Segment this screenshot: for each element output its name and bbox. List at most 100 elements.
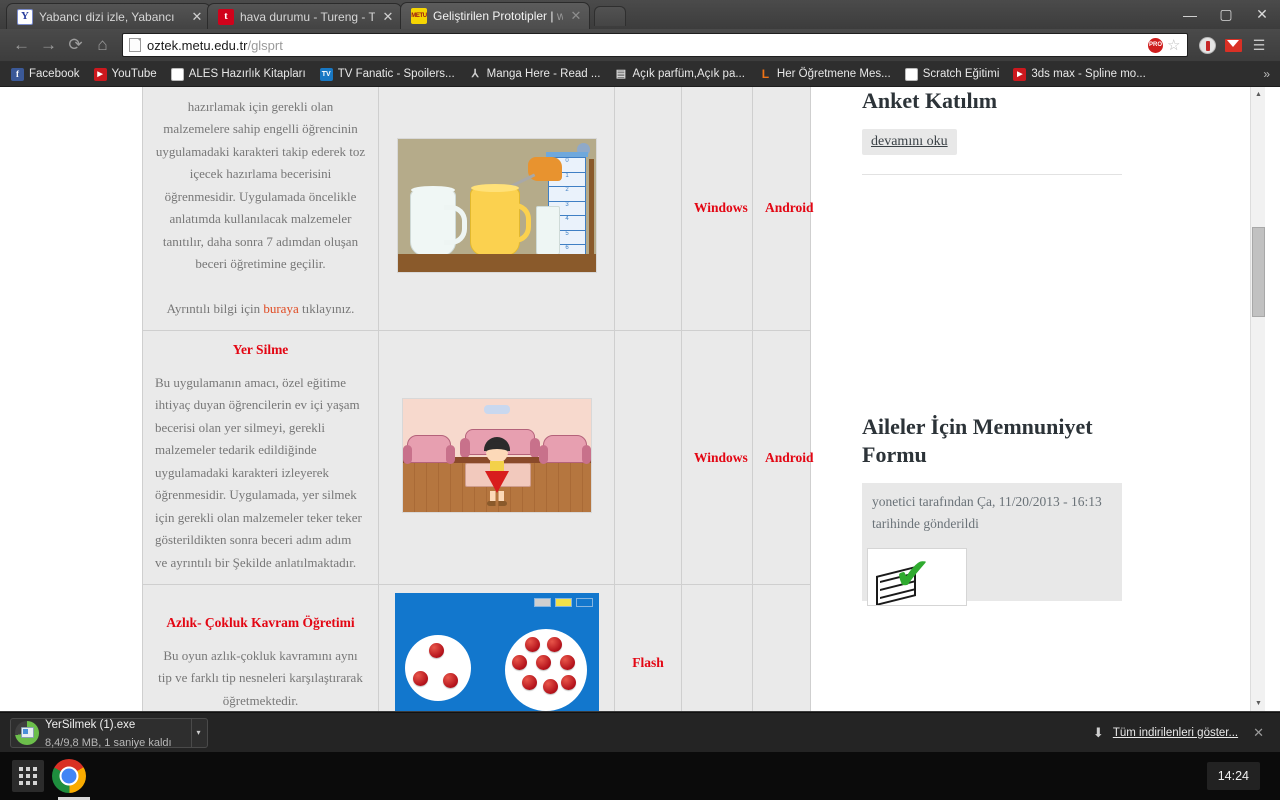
download-menu-icon[interactable]: ▾	[191, 718, 205, 747]
document-icon	[170, 67, 184, 81]
download-filename: YerSilmek (1).exe	[45, 718, 136, 731]
maximize-button[interactable]: ▢	[1208, 3, 1244, 27]
anket-read-more-button[interactable]: devamını oku	[862, 129, 957, 156]
bookmark-label: TV Fanatic - Spoilers...	[337, 68, 455, 80]
platform-windows: Windows	[694, 449, 748, 465]
adblock-icon[interactable]	[1194, 33, 1220, 58]
bookmark-her-ogretmene[interactable]: L Her Öğretmene Mes...	[752, 64, 898, 85]
new-tab-button[interactable]	[594, 6, 626, 26]
memnuniyet-thumbnail[interactable]: ✔	[862, 542, 1122, 606]
minimize-button[interactable]: —	[1172, 3, 1208, 27]
anket-heading: Anket Katılım	[862, 88, 998, 113]
bookmark-acik-parfum[interactable]: ▤ Açık parfüm,Açık pa...	[607, 64, 751, 85]
tab-strip: Y Yabancı dizi izle, Yabancı ✕ t hava du…	[0, 0, 1280, 29]
bookmark-tvfanatic[interactable]: TV TV Fanatic - Spoilers...	[313, 64, 462, 85]
orange-L-icon: L	[761, 67, 770, 81]
table-row: Azlık- Çokluk Kavram Öğretimi Bu oyun az…	[142, 584, 811, 711]
row-flash-cell	[614, 330, 682, 586]
plate-many-shape	[504, 629, 587, 711]
chrome-browser-window: Y Yabancı dizi izle, Yabancı ✕ t hava du…	[0, 0, 1280, 712]
lamp-shape	[483, 404, 510, 414]
row-image-cell: BÖTE (beta aşamasında)	[378, 584, 615, 711]
close-shelf-icon[interactable]: ✕	[1247, 725, 1270, 741]
maximize-icon	[554, 598, 572, 608]
platform-android: Android	[765, 449, 814, 465]
scroll-down-icon[interactable]: ▼	[1251, 696, 1266, 711]
show-all-downloads-link[interactable]: Tüm indirilenleri göster...	[1113, 727, 1238, 739]
glass-shape	[535, 206, 560, 257]
pro-badge-icon[interactable]: PRO	[1148, 37, 1163, 53]
tab-yabanci-dizi[interactable]: Y Yabancı dizi izle, Yabancı ✕	[6, 3, 211, 29]
yahoo-favicon: Y	[17, 8, 33, 25]
plate-few-shape	[404, 635, 471, 702]
row-detail-link-line: Ayrıntılı bilgi için buraya tıklayınız.	[155, 298, 366, 320]
table-row: Yer Silme Bu uygulamanın amacı, özel eği…	[142, 330, 814, 586]
tab-label: Yabancı dizi izle, Yabancı	[39, 9, 175, 24]
shelf-shape	[397, 254, 596, 273]
table-row: hazırlamak için gerekli olan malzemelere…	[142, 87, 814, 332]
platform-flash: Flash	[632, 655, 664, 671]
tab-close-icon[interactable]: ✕	[381, 10, 395, 24]
toz-icecek-hazirlama-illustration[interactable]: 0123456	[396, 138, 597, 274]
back-icon[interactable]: ←	[8, 33, 35, 58]
chrome-icon[interactable]	[52, 759, 86, 793]
tab-close-icon[interactable]: ✕	[569, 9, 583, 23]
bookmark-3dsmax[interactable]: ▶ 3ds max - Spline mo...	[1006, 64, 1152, 85]
bookmark-label: Her Öğretmene Mes...	[776, 68, 891, 80]
page-scrollbar[interactable]: ▲ ▼	[1250, 87, 1265, 711]
bookmark-star-icon[interactable]: ☆	[1167, 38, 1183, 53]
bookmark-ales[interactable]: ALES Hazırlık Kitapları	[164, 64, 313, 85]
exe-file-icon	[15, 720, 39, 745]
bookmark-mangahere[interactable]: ⅄ Manga Here - Read ...	[462, 64, 608, 85]
bookmark-youtube[interactable]: ▶ YouTube	[87, 64, 164, 85]
youtube-icon: ▶	[93, 67, 107, 81]
azlik-cokluk-illustration[interactable]: BÖTE (beta aşamasında)	[394, 593, 599, 711]
chrome-menu-icon[interactable]: ☰	[1246, 37, 1272, 54]
reload-icon[interactable]: ⟳	[62, 33, 89, 58]
bookmark-label: 3ds max - Spline mo...	[1031, 68, 1146, 80]
row-image-cell	[378, 330, 615, 586]
tab-close-icon[interactable]: ✕	[190, 10, 204, 24]
apps-grid-icon[interactable]	[12, 760, 44, 792]
yer-silme-illustration[interactable]	[401, 397, 592, 513]
taskbar-clock[interactable]: 14:24	[1206, 762, 1260, 790]
row-description-cell: hazırlamak için gerekli olan malzemelere…	[142, 87, 379, 332]
bookmark-facebook[interactable]: f Facebook	[4, 64, 87, 85]
bookmark-scratch[interactable]: Scratch Eğitimi	[898, 64, 1007, 85]
tureng-favicon: t	[218, 8, 234, 25]
address-bar-path: /glsprt	[247, 37, 283, 53]
close-window-button[interactable]: ✕	[1244, 3, 1280, 27]
row-flash-cell	[614, 87, 682, 332]
screen: Y Yabancı dizi izle, Yabancı ✕ t hava du…	[0, 0, 1280, 800]
tab-gelistirilen-prototipler[interactable]: METU Geliştirilen Prototipler | ww ✕	[400, 2, 590, 29]
youtube-icon: ▶	[1013, 67, 1027, 81]
girl-head-shape	[485, 440, 508, 463]
taskbar: 14:24	[0, 752, 1280, 800]
row-android-cell: Android	[752, 87, 814, 332]
gmail-icon[interactable]	[1220, 33, 1246, 58]
download-shelf-actions: ⬇ Tüm indirilenleri göster... ✕	[1093, 725, 1270, 741]
platform-windows: Windows	[694, 200, 748, 216]
bookmark-label: YouTube	[111, 68, 157, 80]
home-icon[interactable]: ⌂	[89, 33, 116, 58]
white-pitcher-shape	[409, 186, 467, 257]
row-title: Yer Silme	[232, 341, 289, 357]
row-flash-cell: Flash	[614, 584, 682, 711]
download-arrow-icon: ⬇	[1092, 724, 1104, 740]
scrollbar-thumb[interactable]	[1252, 227, 1265, 317]
detail-link[interactable]: buraya	[263, 301, 298, 316]
download-item[interactable]: YerSilmek (1).exe 8,4/9,8 MB, 1 saniye k…	[10, 717, 208, 749]
download-shelf: YerSilmek (1).exe 8,4/9,8 MB, 1 saniye k…	[0, 712, 1280, 752]
address-bar[interactable]: oztek.metu.edu.tr/glsprt PRO ☆	[122, 33, 1188, 57]
row-description: Bu oyun azlık-çokluk kavramını aynı tip …	[158, 647, 363, 708]
page-info-icon	[129, 38, 141, 52]
green-check-icon: ✔	[894, 548, 931, 600]
platform-android: Android	[765, 200, 814, 216]
bookmarks-overflow-icon[interactable]: »	[1263, 67, 1276, 81]
scroll-up-icon[interactable]: ▲	[1251, 87, 1266, 102]
post-shape	[588, 159, 594, 264]
link-suffix: tıklayınız.	[298, 300, 355, 316]
tab-hava-durumu[interactable]: t hava durumu - Tureng - T ✕	[207, 3, 402, 29]
row-description-cell: Yer Silme Bu uygulamanın amacı, özel eği…	[142, 330, 379, 586]
forward-icon[interactable]: →	[35, 33, 62, 58]
